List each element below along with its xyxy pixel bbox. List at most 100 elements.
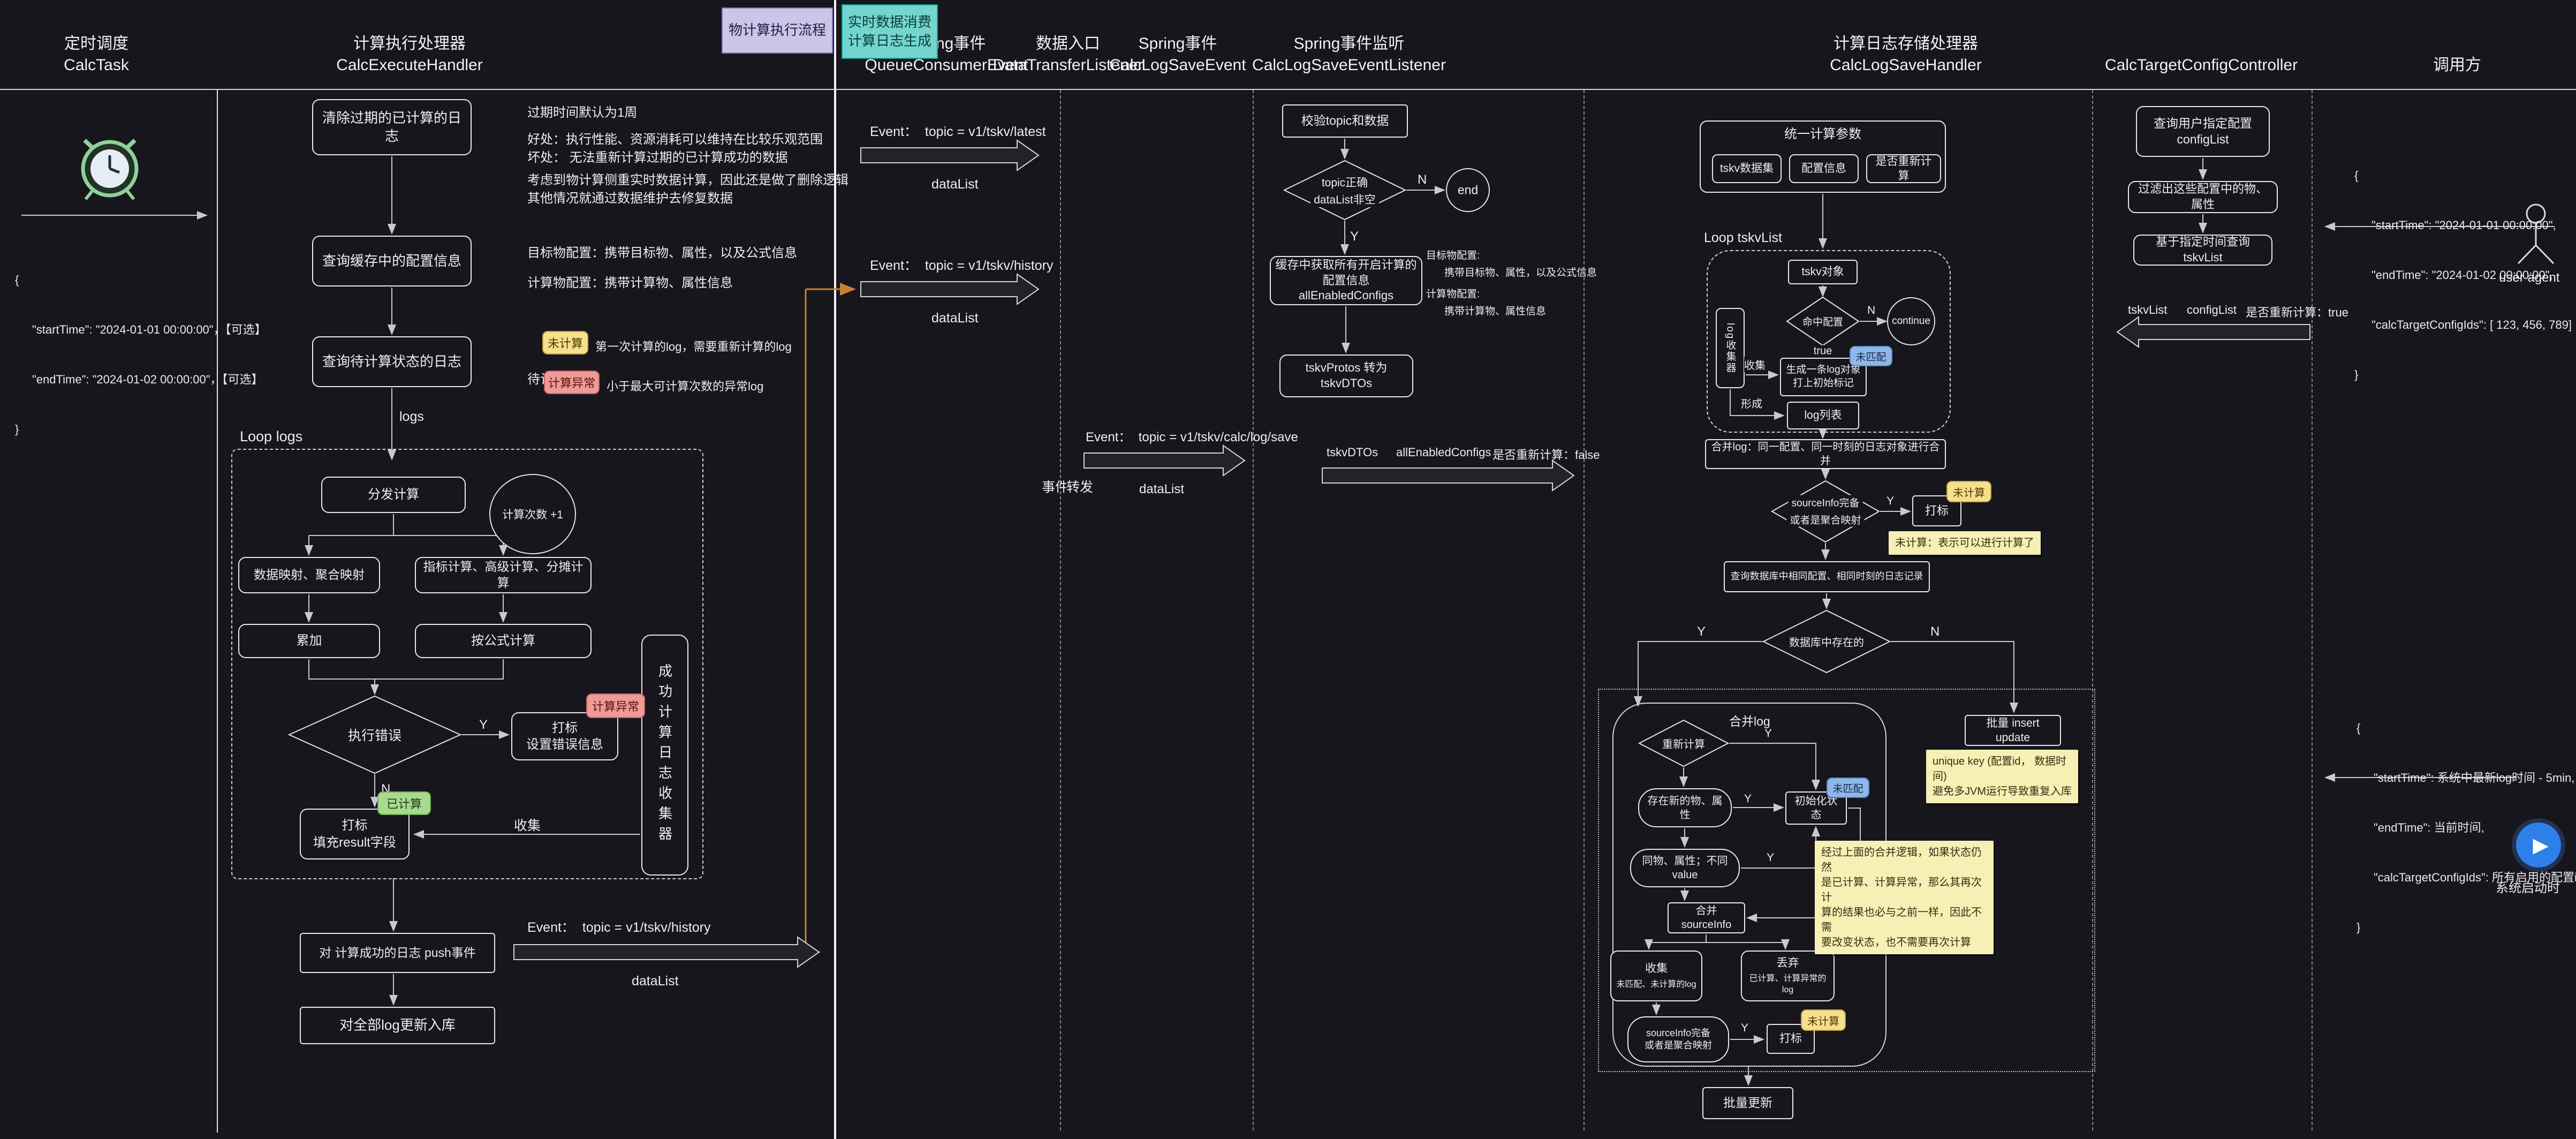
badge-calc-error: 计算异常 xyxy=(544,371,600,394)
node-merge-sourceinfo-label: 合并 sourceInfo xyxy=(1673,904,1740,932)
json-line: { xyxy=(15,271,267,288)
lane-header-task-zh: 定时调度 xyxy=(64,33,129,55)
db-exists-label: 数据库中存在的 xyxy=(1786,634,1867,650)
node-get-enabled-configs-l1: 缓存中获取所有开启计算的配置信息 xyxy=(1275,258,1417,288)
node-accumulate: 累加 xyxy=(238,624,380,658)
exec-logs-label: logs xyxy=(399,409,424,425)
node-sourceinfo-complete-l2: 或者是聚合映射 xyxy=(1645,1039,1712,1052)
node-clear-expired-label: 清除过期的已计算的日志 xyxy=(317,109,466,146)
legend-flow-realtime-l2: 计算日志生成 xyxy=(848,32,931,50)
node-formula-calc: 按公式计算 xyxy=(415,624,592,658)
exec-note1-l2: 好处：执行性能、资源消耗可以维持在比较乐观范围 xyxy=(527,129,823,147)
listener-note-l3: 计算物配置: xyxy=(1426,286,1480,300)
node-discard-logs-l2: 已计算、计算异常的log xyxy=(1746,974,1829,996)
note-merge-logic: 经过上面的合并逻辑，如果状态仍然 是已计算、计算异常，那么其再次计 算的结果也必… xyxy=(1815,841,1994,954)
node-new-attr: 存在新的物、属性 xyxy=(1638,788,1732,827)
lane-header-task-en: CalcTask xyxy=(64,55,129,76)
lane-header-save-en: CalcLogSaveEvent xyxy=(1109,55,1246,76)
node-proto-to-dto-label: tskvProtos 转为 tskvDTOs xyxy=(1285,360,1408,391)
listener-note-l4: 携带计算物、属性信息 xyxy=(1444,303,1546,318)
node-merge-sourceinfo: 合并 sourceInfo xyxy=(1668,902,1745,933)
save-event-topic: Event： topic = v1/tskv/calc/log/save xyxy=(1086,426,1298,445)
node-indicator-calc: 指标计算、高级计算、分摊计算 xyxy=(415,557,592,593)
node-sourceinfo-complete: sourceInfo完备 或者是聚合映射 xyxy=(1627,1016,1729,1062)
json-line: } xyxy=(2354,366,2572,383)
node-merge-log-label: 合并log：同一配置、同一时刻的日志对象进行合并 xyxy=(1710,440,1941,468)
lane-header-task: 定时调度 CalcTask xyxy=(64,33,129,76)
exec-error-y: Y xyxy=(479,718,488,733)
node-clear-expired: 清除过期的已计算的日志 xyxy=(312,99,472,155)
json-line: { xyxy=(2357,720,2576,736)
node-gen-log-l2: 打上初始标记 xyxy=(1793,377,1854,390)
node-collect-logs: 收集 未匹配、未计算的log xyxy=(1610,951,1702,1001)
event-arrow-push-history xyxy=(514,937,819,967)
lane-header-handler: 计算日志存储处理器 CalcLogSaveHandler xyxy=(1830,33,1982,76)
startup-label: 系统启动时 xyxy=(2496,877,2560,896)
node-mark-error-l2: 设置错误信息 xyxy=(526,736,603,753)
listener-n: N xyxy=(1418,172,1427,187)
node-data-mapping: 数据映射、聚合映射 xyxy=(238,557,380,593)
latest-event-datalist: dataList xyxy=(931,177,979,192)
node-query-tskvlist-label: 基于指定时间查询 tskvList xyxy=(2139,235,2267,265)
event-arrow-tskvdtos xyxy=(1322,461,1574,491)
exec-pending-error-desc: 小于最大可计算次数的异常log xyxy=(607,377,763,394)
node-query-tskvlist: 基于指定时间查询 tskvList xyxy=(2133,235,2272,266)
listener-note-l2: 携带目标物、属性，以及公式信息 xyxy=(1444,265,1597,279)
legend-flow-realtime: 实时数据消费 计算日志生成 xyxy=(842,4,938,59)
node-success-log-collector: 成功计算日志收集器 xyxy=(641,635,688,876)
recalc-diamond-label: 重新计算 xyxy=(1659,736,1708,751)
exec-collect-label: 收集 xyxy=(514,815,541,834)
listener-out-1: tskvDTOs xyxy=(1327,446,1378,459)
lane-header-listener: Spring事件监听 CalcLogSaveEventListener xyxy=(1252,33,1446,76)
node-push-event-label: 对 计算成功的日志 push事件 xyxy=(319,945,476,961)
listener-out-2: allEnabledConfigs xyxy=(1396,446,1491,459)
push-event-topic: Event： topic = v1/tskv/history xyxy=(527,917,711,936)
hit-config-n: N xyxy=(1867,304,1875,317)
node-query-config-cache: 查询缓存中的配置信息 xyxy=(312,236,472,286)
node-query-pending-logs: 查询待计算状态的日志 xyxy=(312,336,472,387)
node-collect-logs-l2: 未匹配、未计算的log xyxy=(1616,979,1696,991)
src-diamond1-l1: sourceInfo完备 xyxy=(1789,495,1863,510)
db-exists-y: Y xyxy=(1697,624,1706,639)
latest-event-topic: Event： topic = v1/tskv/latest xyxy=(870,121,1046,140)
node-discard-logs-l1: 丢弃 xyxy=(1777,956,1799,970)
node-tskv-object-label: tskv对象 xyxy=(1801,265,1844,279)
listener-note-l1: 目标物配置: xyxy=(1426,247,1480,262)
hit-config-true: true xyxy=(1810,345,1835,358)
node-mark-error: 打标 设置错误信息 xyxy=(511,712,618,760)
node-same-attr: 同物、属性；不同value xyxy=(1630,849,1740,887)
hit-config-label: 命中配置 xyxy=(1799,314,1846,329)
node-merge-log: 合并log：同一配置、同一时刻的日志对象进行合并 xyxy=(1705,439,1946,469)
node-batch-update-label: 批量更新 xyxy=(1723,1095,1772,1111)
node-query-db-logs: 查询数据库中相同配置、相同时刻的日志记录 xyxy=(1724,561,1930,592)
exec-note1-l4: 考虑到物计算侧重实时数据计算，因此还是做了删除逻辑 xyxy=(527,169,848,188)
lane-header-handler-zh: 计算日志存储处理器 xyxy=(1830,33,1982,55)
badge-uncalculated: 未计算 xyxy=(542,331,588,354)
node-sourceinfo-complete-l1: sourceInfo完备 xyxy=(1646,1027,1710,1039)
lane-header-controller-en: CalcTargetConfigController xyxy=(2105,55,2298,76)
note-merge-logic-l1: 经过上面的合并逻辑，如果状态仍然 xyxy=(1821,845,1987,875)
node-batch-insert: 批量 insert update xyxy=(1965,715,2061,746)
badge-unmatched-2: 未匹配 xyxy=(1827,778,1869,798)
node-filter-attrs: 过滤出这些配置中的物、属性 xyxy=(2128,181,2278,213)
lane-header-exec: 计算执行处理器 CalcExecuteHandler xyxy=(336,33,482,76)
node-batch-update: 批量更新 xyxy=(1702,1087,1793,1119)
node-dispatch: 分发计算 xyxy=(321,477,466,513)
lane-header-controller: CalcTargetConfigController xyxy=(2105,55,2298,76)
lane-header-caller: 调用方 xyxy=(2433,55,2481,76)
node-query-user-config: 查询用户指定配置 configList xyxy=(2136,106,2270,157)
listener-diamond-l2: dataList非空 xyxy=(1310,191,1379,207)
node-get-enabled-configs: 缓存中获取所有开启计算的配置信息 allEnabledConfigs xyxy=(1270,256,1422,305)
node-param-config-label: 配置信息 xyxy=(1801,161,1846,176)
badge-unmatched-1: 未匹配 xyxy=(1850,346,1892,366)
diagram-canvas: 定时调度 CalcTask 计算执行处理器 CalcExecuteHandler… xyxy=(0,0,2576,1139)
json-line: "calcTargetConfigIds": [ 123, 456, 789] xyxy=(2354,316,2572,333)
node-update-all-logs-label: 对全部log更新入库 xyxy=(339,1016,456,1035)
lane-header-caller-zh: 调用方 xyxy=(2433,55,2481,76)
recalc-y: Y xyxy=(1764,727,1772,740)
exec-note2-l2: 计算物配置：携带计算物、属性信息 xyxy=(527,272,733,291)
listener-y: Y xyxy=(1350,229,1359,244)
ctrl-out-2: configList xyxy=(2187,303,2237,317)
node-log-list: log列表 xyxy=(1787,402,1859,429)
badge-uncalculated-3: 未计算 xyxy=(1801,1009,1846,1031)
